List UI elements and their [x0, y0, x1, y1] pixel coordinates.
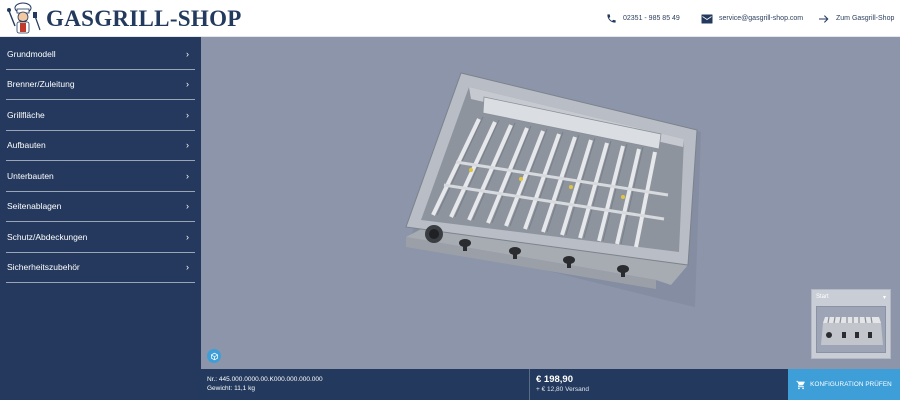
chevron-right-icon: ›: [186, 231, 189, 242]
chevron-right-icon: ›: [186, 48, 189, 59]
view-selector-value: Start: [816, 294, 829, 300]
arrow-right-icon: [819, 14, 829, 23]
sidebar-item-aufbauten[interactable]: Aufbauten ›: [6, 131, 195, 161]
divider: [529, 369, 530, 400]
sidebar-item-label: Aufbauten: [7, 140, 46, 151]
article-number: Nr.: 445.000.0000.00.K000.000.000.000: [207, 376, 323, 383]
sidebar-item-unterbauten[interactable]: Unterbauten ›: [6, 161, 195, 192]
view-selector[interactable]: Start ▾: [811, 289, 891, 359]
sidebar-item-label: Schutz/Abdeckungen: [7, 231, 88, 242]
sidebar-item-seitenablagen[interactable]: Seitenablagen ›: [6, 192, 195, 222]
sidebar-item-label: Grillfläche: [7, 109, 45, 120]
grill-thumbnail-image: [821, 316, 883, 345]
chef-mascot-icon: [7, 2, 41, 34]
sidebar-item-label: Seitenablagen: [7, 201, 62, 212]
gas-grill-model[interactable]: [201, 37, 900, 369]
view-thumbnail[interactable]: [816, 306, 886, 353]
total-price: € 198,90: [536, 374, 573, 385]
shipping-cost: + € 12,80 Versand: [536, 386, 589, 393]
phone-icon: [607, 14, 616, 23]
cart-icon: [796, 380, 805, 389]
chevron-right-icon: ›: [186, 140, 189, 151]
sidebar-item-label: Brenner/Zuleitung: [7, 79, 75, 90]
price-block: € 198,90 + € 12,80 Versand: [536, 374, 589, 394]
shop-link-label: Zum Gasgrill-Shop: [836, 15, 895, 22]
phone-contact[interactable]: 02351 - 985 85 49: [606, 0, 680, 37]
product-weight: Gewicht: 11,1 kg: [207, 385, 255, 392]
chevron-right-icon: ›: [186, 201, 189, 212]
caret-down-icon: ▾: [882, 294, 886, 301]
ar-view-button[interactable]: [207, 349, 221, 363]
sidebar-item-label: Unterbauten: [7, 170, 54, 181]
shop-logo[interactable]: GASGRILL-SHOP: [6, 2, 242, 35]
check-configuration-button[interactable]: KONFIGURATION PRÜFEN: [788, 369, 900, 400]
chevron-right-icon: ›: [186, 109, 189, 120]
sidebar-item-sicherheit[interactable]: Sicherheitszubehör ›: [6, 253, 195, 283]
logo-text: GASGRILL-SHOP: [46, 5, 242, 31]
email-address: service@gasgrill-shop.com: [719, 15, 804, 22]
shop-link[interactable]: Zum Gasgrill-Shop: [818, 0, 894, 37]
sidebar-item-schutz[interactable]: Schutz/Abdeckungen ›: [6, 222, 195, 253]
mail-icon: [701, 14, 713, 23]
phone-number: 02351 - 985 85 49: [623, 15, 680, 22]
chevron-right-icon: ›: [186, 79, 189, 90]
sidebar-item-label: Grundmodell: [7, 48, 56, 59]
summary-bar: Nr.: 445.000.0000.00.K000.000.000.000 Ge…: [201, 369, 900, 400]
email-contact[interactable]: service@gasgrill-shop.com: [701, 0, 803, 37]
view-selector-header[interactable]: Start ▾: [812, 290, 890, 304]
3d-viewport[interactable]: Start ▾: [201, 37, 900, 369]
sidebar-item-grundmodell[interactable]: Grundmodell ›: [6, 39, 195, 70]
chevron-right-icon: ›: [186, 262, 189, 273]
check-configuration-label: KONFIGURATION PRÜFEN: [810, 381, 892, 388]
product-info: Nr.: 445.000.0000.00.K000.000.000.000 Ge…: [207, 375, 323, 393]
configurator-sidebar: Grundmodell › Brenner/Zuleitung › Grillflä…: [0, 37, 201, 400]
cube-icon: [210, 352, 218, 360]
sidebar-item-brenner[interactable]: Brenner/Zuleitung ›: [6, 70, 195, 100]
chevron-right-icon: ›: [186, 170, 189, 181]
sidebar-item-grillflaeche[interactable]: Grillfläche ›: [6, 100, 195, 131]
sidebar-item-label: Sicherheitszubehör: [7, 262, 80, 273]
site-header: GASGRILL-SHOP 02351 - 985 85 49 service@…: [0, 0, 900, 37]
